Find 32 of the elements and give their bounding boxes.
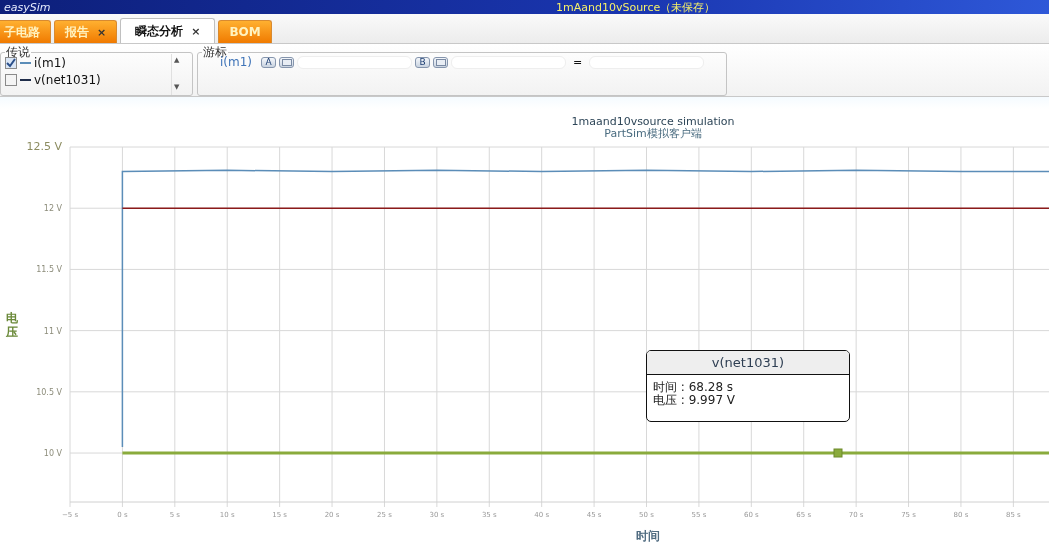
close-icon[interactable]: × (191, 24, 201, 38)
series-label: i(m1) (34, 56, 67, 70)
checkbox[interactable] (5, 74, 17, 86)
cursor-b-button[interactable]: B (415, 56, 431, 68)
series-label: v(net1031) (34, 73, 101, 87)
y-tick-label: 10 V (43, 449, 62, 459)
chart-subtitle: PartSim模拟客户端 (604, 127, 702, 140)
tab[interactable]: 报告 × (54, 20, 118, 43)
y-axis-title: 电压 (6, 311, 18, 339)
tooltip-text: 电压 : 9.997 V (653, 394, 737, 407)
y-tick-label: 10.5 V (36, 387, 62, 397)
checkbox[interactable] (5, 57, 17, 69)
window-title: 1mAand10vSource（未保存） (556, 0, 716, 14)
y-tick-label: 11 V (43, 326, 62, 336)
tab[interactable]: 瞬态分析 × (120, 18, 216, 43)
legend-title: 传说 (5, 46, 31, 58)
cursor-a-button[interactable]: A (261, 56, 277, 68)
tooltip-title: v(net1031) (647, 351, 849, 375)
y-tick-label: 12 V (43, 204, 62, 214)
data-point-marker (833, 448, 843, 458)
x-axis-title: 时间 (636, 529, 660, 543)
cursor-title: 游标 (202, 46, 227, 58)
y-tick-label: 12.5 V (26, 140, 62, 153)
app-logo: easySim (4, 0, 52, 14)
trace-label: i(m1) (220, 55, 253, 69)
equals-sign: = (573, 55, 583, 69)
chart-title: 1maand10vsource simulation (571, 115, 735, 128)
small-button[interactable] (279, 56, 295, 68)
tooltip-text: 时间 : 68.28 s (653, 381, 735, 394)
small-button[interactable] (433, 56, 449, 68)
close-icon[interactable]: × (97, 25, 107, 39)
y-tick-label: 11.5 V (36, 265, 62, 275)
